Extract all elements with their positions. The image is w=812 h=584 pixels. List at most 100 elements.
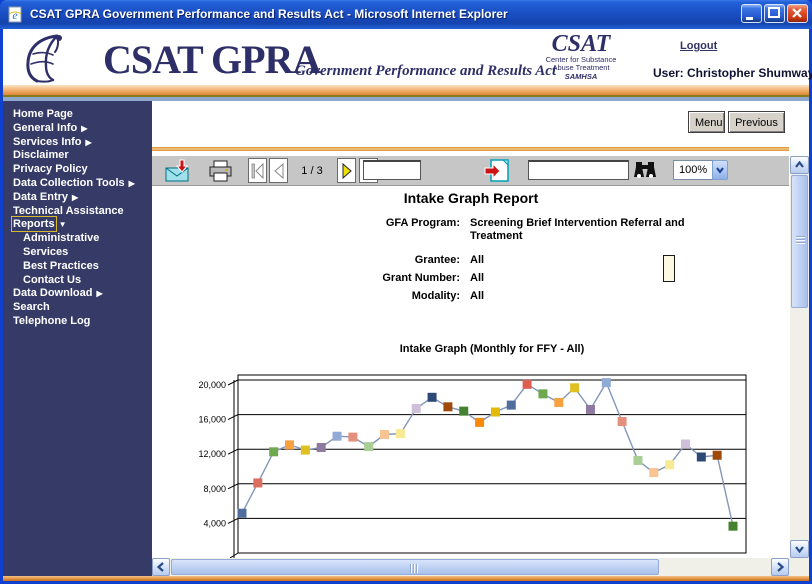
chart-point bbox=[633, 456, 642, 465]
sidebar-item-technical-assistance[interactable]: Technical Assistance bbox=[3, 205, 152, 219]
chart-point bbox=[396, 429, 405, 438]
scroll-down-arrow-icon[interactable] bbox=[790, 540, 809, 558]
samhsa-label: SAMHSA bbox=[539, 72, 623, 81]
content-divider bbox=[152, 147, 789, 151]
field-value: All bbox=[470, 290, 705, 303]
sidebar-item-best-practices[interactable]: Best Practices bbox=[3, 260, 152, 274]
sidebar-item-data-collection-tools[interactable]: Data Collection Tools ▶ bbox=[3, 177, 152, 191]
logout-link[interactable]: Logout bbox=[680, 40, 717, 52]
scrollbar-corner bbox=[790, 558, 809, 576]
chart-point bbox=[428, 393, 437, 402]
report-field-row: Grant Number:All bbox=[325, 272, 745, 285]
field-label: Modality: bbox=[325, 290, 460, 303]
minimize-button[interactable] bbox=[741, 4, 762, 23]
submenu-arrow-icon: ▶ bbox=[96, 289, 102, 298]
close-button[interactable] bbox=[787, 4, 808, 23]
y-axis-tick-label: 20,000 bbox=[198, 380, 226, 390]
sidebar-item-administrative[interactable]: Administrative bbox=[3, 232, 152, 246]
sidebar-item-label: Services Info bbox=[13, 136, 81, 148]
submenu-arrow-icon: ▶ bbox=[129, 179, 135, 188]
chart-point bbox=[507, 401, 516, 410]
report-fields: GFA Program:Screening Brief Intervention… bbox=[325, 217, 745, 308]
scroll-up-arrow-icon[interactable] bbox=[790, 156, 809, 174]
maximize-button[interactable] bbox=[764, 4, 785, 23]
sidebar-item-label: Privacy Policy bbox=[13, 163, 88, 175]
sidebar-item-services-info[interactable]: Services Info▶ bbox=[3, 136, 152, 150]
title-bar[interactable]: e CSAT GPRA Government Performance and R… bbox=[0, 0, 812, 29]
next-page-button[interactable] bbox=[337, 158, 356, 183]
sidebar-item-home-page[interactable]: Home Page bbox=[3, 108, 152, 122]
vertical-scroll-thumb[interactable] bbox=[791, 175, 808, 308]
svg-text:e: e bbox=[12, 8, 18, 22]
sidebar-item-label: Search bbox=[13, 301, 50, 313]
zoom-level-select[interactable]: 100% bbox=[673, 160, 713, 180]
y-axis-tick-label: 12,000 bbox=[198, 449, 226, 459]
csat-samhsa-logo: CSAT Center for Substance Abuse Treatmen… bbox=[539, 32, 623, 81]
chart-point bbox=[538, 389, 547, 398]
chart-point bbox=[459, 407, 468, 416]
sidebar-item-disclaimer[interactable]: Disclaimer bbox=[3, 149, 152, 163]
sidebar-item-data-download[interactable]: Data Download▶ bbox=[3, 287, 152, 301]
y-axis-tick-label: 16,000 bbox=[198, 415, 226, 425]
sidebar-item-services[interactable]: Services bbox=[3, 246, 152, 260]
zoom-dropdown-arrow-icon[interactable] bbox=[712, 160, 728, 180]
chart-point bbox=[317, 443, 326, 452]
export-email-button[interactable] bbox=[164, 159, 192, 188]
chart-point bbox=[238, 509, 247, 518]
submenu-arrow-icon: ▶ bbox=[81, 124, 87, 133]
bottom-orange-bar bbox=[3, 576, 809, 581]
csat-logo-line2: Abuse Treatment bbox=[539, 64, 623, 72]
report-title: Intake Graph Report bbox=[152, 190, 790, 206]
sidebar-item-label: Telephone Log bbox=[13, 315, 90, 327]
sidebar-nav: Home PageGeneral Info▶Services Info▶Disc… bbox=[3, 101, 152, 576]
sidebar-item-label: Data Entry bbox=[13, 191, 68, 203]
chart-point bbox=[554, 398, 563, 407]
intake-chart: Intake Graph (Monthly for FFY - All)4,00… bbox=[190, 338, 760, 558]
scroll-left-arrow-icon[interactable] bbox=[152, 558, 170, 576]
chart-point bbox=[649, 468, 658, 477]
chart-point bbox=[665, 460, 674, 469]
horizontal-scrollbar[interactable] bbox=[152, 558, 790, 576]
chart-point bbox=[269, 447, 278, 456]
report-field-row: GFA Program:Screening Brief Intervention… bbox=[325, 217, 745, 243]
sidebar-item-label: Home Page bbox=[13, 108, 73, 120]
sidebar-item-label: Best Practices bbox=[23, 260, 99, 272]
scroll-right-arrow-icon[interactable] bbox=[771, 558, 789, 576]
sidebar-item-label: Data Collection Tools bbox=[13, 177, 125, 189]
sidebar-item-telephone-log[interactable]: Telephone Log bbox=[3, 315, 152, 329]
report-field-row: Modality: All bbox=[325, 290, 745, 303]
sidebar-item-label: Administrative bbox=[23, 232, 99, 244]
sidebar-item-contact-us[interactable]: Contact Us bbox=[3, 274, 152, 288]
sidebar-item-reports[interactable]: Reports▼ bbox=[3, 218, 152, 232]
report-field-row: Grantee:All bbox=[325, 254, 745, 267]
horizontal-scroll-thumb[interactable] bbox=[171, 559, 659, 575]
chart-point bbox=[475, 418, 484, 427]
header-separator-orange bbox=[3, 85, 809, 95]
sidebar-item-general-info[interactable]: General Info▶ bbox=[3, 122, 152, 136]
field-label: Grant Number: bbox=[325, 272, 460, 285]
previous-page-button[interactable] bbox=[269, 158, 288, 183]
search-text-input[interactable] bbox=[528, 160, 629, 180]
chart-point bbox=[523, 380, 532, 389]
sidebar-item-data-entry[interactable]: Data Entry▶ bbox=[3, 191, 152, 205]
previous-button[interactable]: Previous bbox=[728, 111, 785, 133]
sidebar-item-label: Services bbox=[23, 246, 68, 258]
brand-title: CSAT GPRA bbox=[103, 36, 320, 83]
app-header: CSAT GPRA Government Performance and Res… bbox=[3, 29, 809, 85]
goto-page-button[interactable] bbox=[483, 159, 511, 188]
chart-point bbox=[333, 432, 342, 441]
menu-button[interactable]: Menu bbox=[688, 111, 725, 133]
chart-point bbox=[380, 430, 389, 439]
brand-subtitle: Government Performance and Results Act bbox=[295, 63, 556, 80]
find-binoculars-button[interactable] bbox=[632, 159, 658, 188]
chart-point bbox=[713, 451, 722, 460]
hhs-eagle-logo-icon bbox=[13, 32, 85, 89]
sidebar-item-search[interactable]: Search bbox=[3, 301, 152, 315]
field-value: Screening Brief Intervention Referral an… bbox=[470, 217, 705, 243]
csat-logo-title: CSAT bbox=[539, 32, 623, 56]
page-number-input[interactable] bbox=[363, 160, 421, 180]
first-page-button[interactable] bbox=[248, 158, 267, 183]
print-button[interactable] bbox=[208, 159, 234, 188]
vertical-scrollbar[interactable] bbox=[790, 156, 809, 558]
sidebar-item-privacy-policy[interactable]: Privacy Policy bbox=[3, 163, 152, 177]
